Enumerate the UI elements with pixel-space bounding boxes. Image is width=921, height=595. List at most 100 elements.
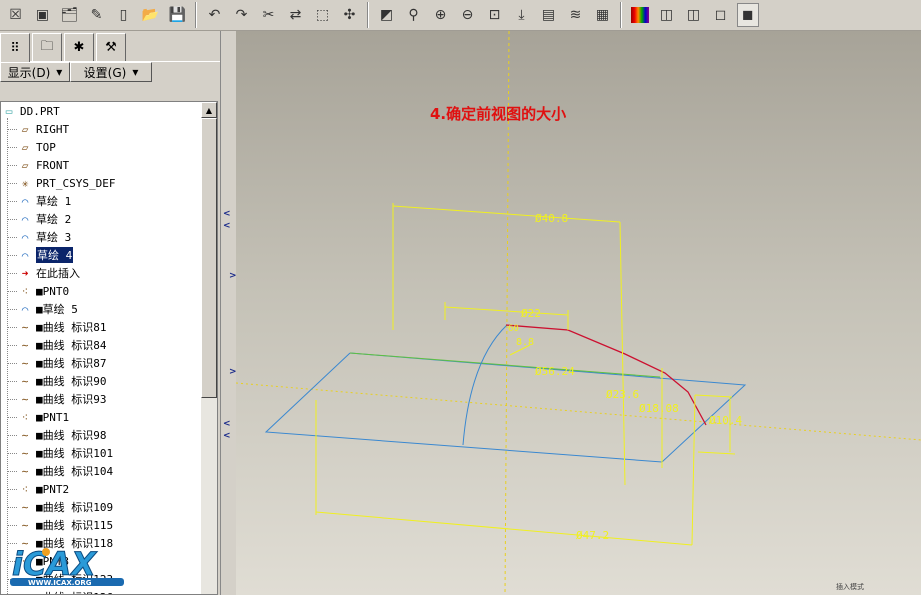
refit-button[interactable]: ⊡ (484, 3, 506, 27)
panel-splitter[interactable]: < < > > < < (220, 31, 237, 595)
folder-browser-tab[interactable]: 🗀 (32, 33, 62, 61)
shading-button[interactable]: ◼ (736, 3, 759, 27)
tree-item-label: ■曲线 标识98 (36, 429, 107, 442)
tree-item-label: ■曲线 标识101 (36, 447, 114, 460)
show-menu-button[interactable]: 显示(D) ▾ (0, 62, 70, 82)
spin-center-button[interactable]: ✣ (339, 3, 361, 27)
tree-item[interactable]: ⌒ 草绘 1 (1, 192, 217, 210)
dimension-label[interactable]: Ø22 (521, 307, 541, 320)
tree-connector (7, 399, 17, 400)
tree-item[interactable]: ▱ FRONT (1, 156, 217, 174)
curve-icon: ∼ (21, 446, 29, 460)
undo-button[interactable]: ↶ (204, 3, 226, 27)
tree-item[interactable]: ⁖ ■PNT2 (1, 480, 217, 498)
tree-connector (7, 291, 17, 292)
tree-item[interactable]: ▱ TOP (1, 138, 217, 156)
open-icon: 📂 (141, 7, 160, 23)
folders-button[interactable]: 🗂 (59, 3, 81, 27)
layers-button[interactable]: ≋ (565, 3, 587, 27)
tree-item-label: ■PNT1 (36, 410, 70, 424)
tree-connector (7, 345, 17, 346)
csys-button[interactable]: ⚲ (403, 3, 425, 27)
tree-item[interactable]: ∼ ■曲线 标识93 (1, 390, 217, 408)
scroll-thumb[interactable] (201, 118, 217, 398)
select-box-button[interactable]: ⬚ (312, 3, 334, 27)
tree-item[interactable]: ⌒ 草绘 2 (1, 210, 217, 228)
color-button[interactable]: ▥ (629, 3, 651, 27)
dimension-label[interactable]: Ø10.4 (709, 414, 742, 427)
tree-item[interactable]: ∼ ■曲线 标识90 (1, 372, 217, 390)
tree-item[interactable]: ✳ PRT_CSYS_DEF (1, 174, 217, 192)
saved-views-button[interactable]: ▤ (538, 3, 560, 27)
dropdown-arrow-icon: ▾ (132, 65, 139, 79)
save-button[interactable]: 💾 (167, 3, 189, 27)
tree-item[interactable]: ∼ ■曲线 标识104 (1, 462, 217, 480)
tree-connector (7, 201, 17, 202)
tree-item[interactable]: ⁖ ■PNT0 (1, 282, 217, 300)
tree-connector (7, 219, 17, 220)
dimension-label[interactable]: 60 (508, 324, 519, 334)
connections-tab[interactable]: ⚒ (96, 33, 126, 61)
tree-item[interactable]: ⁖ ■PNT1 (1, 408, 217, 426)
collapse-arrow-icon[interactable]: < (223, 209, 231, 219)
tree-item[interactable]: ∼ ■曲线 标识109 (1, 498, 217, 516)
tree-item-label: 草绘 1 (36, 195, 72, 208)
dimension-label[interactable]: Ø23.6 (606, 388, 639, 401)
tree-item[interactable]: ⌒ 草绘 4 (1, 246, 217, 264)
cut-button[interactable]: ✂ (258, 3, 280, 27)
close-window-button[interactable]: ☒ (5, 3, 27, 27)
scroll-up-button[interactable]: ▲ (201, 102, 217, 118)
regenerate-button[interactable]: ✎ (86, 3, 108, 27)
tree-item[interactable]: ∼ ■曲线 标识98 (1, 426, 217, 444)
wireframe-button[interactable]: ◫ (656, 3, 678, 27)
datum-plane-button[interactable]: ◩ (376, 3, 398, 27)
curve-icon: ∼ (21, 356, 29, 370)
tree-item[interactable]: ∼ ■曲线 标识115 (1, 516, 217, 534)
hidden-line-button[interactable]: ◫ (683, 3, 705, 27)
graphics-window[interactable]: 4.确定前视图的大小 Ø40.8 Ø22 60 8.8 Ø56.24 Ø23.6… (236, 31, 921, 595)
model-tree-tab[interactable]: ⠿ (0, 33, 30, 62)
curve-icon: ∼ (21, 338, 29, 352)
tree-connector (7, 471, 17, 472)
collapse-arrow-icon[interactable]: < (223, 431, 231, 441)
tree-item[interactable]: ▱ RIGHT (1, 120, 217, 138)
open-button[interactable]: 📂 (140, 3, 162, 27)
zoom-in-button[interactable]: ⊕ (430, 3, 452, 27)
favorites-tab[interactable]: ✱ (64, 33, 94, 61)
collapse-arrow-icon[interactable]: < (223, 419, 231, 429)
new-button[interactable]: ▯ (113, 3, 135, 27)
tree-item[interactable]: ∼ ■曲线 标识101 (1, 444, 217, 462)
copy-button[interactable]: ⇄ (285, 3, 307, 27)
settings-menu-button[interactable]: 设置(G) ▾ (70, 62, 152, 82)
tree-scrollbar[interactable]: ▲ (201, 102, 217, 594)
redo-button[interactable]: ↷ (231, 3, 253, 27)
tree-item[interactable]: ∼ ■曲线 标识87 (1, 354, 217, 372)
curve-icon: ∼ (21, 428, 29, 442)
csys-icon: ⚲ (408, 7, 419, 23)
tree-connector (7, 309, 17, 310)
orient-button[interactable]: ⤓ (511, 3, 533, 27)
dimension-label[interactable]: Ø40.8 (535, 212, 568, 225)
collapse-arrow-icon[interactable]: < (223, 221, 231, 231)
tree-item[interactable]: ➜ 在此插入 (1, 264, 217, 282)
tree-item[interactable]: ⌒ ■草绘 5 (1, 300, 217, 318)
zoom-out-icon: ⊖ (461, 7, 474, 23)
model-tree-button[interactable]: ▦ (592, 3, 614, 27)
tree-item[interactable]: ∼ ■曲线 标识84 (1, 336, 217, 354)
tree-item[interactable]: ∼■曲线 标识126 (1, 588, 217, 595)
spin-center-icon: ✣ (343, 7, 356, 23)
dimension-label[interactable]: Ø56.24 (535, 365, 575, 378)
dimension-label[interactable]: Ø18.08 (639, 402, 679, 415)
tree-item[interactable]: ▭ DD.PRT (1, 102, 217, 120)
zoom-out-button[interactable]: ⊖ (457, 3, 479, 27)
svg-text:WWW.ICAX.ORG: WWW.ICAX.ORG (28, 579, 92, 587)
tree-item[interactable]: ⌒ 草绘 3 (1, 228, 217, 246)
tree-item-label: ■曲线 标识81 (36, 321, 107, 334)
tree-item[interactable]: ∼ ■曲线 标识81 (1, 318, 217, 336)
tree-item-label: 草绘 2 (36, 213, 72, 226)
refit-icon: ⊡ (488, 7, 501, 23)
window-button[interactable]: ▣ (32, 3, 54, 27)
no-hidden-button[interactable]: ◻ (710, 3, 732, 27)
dimension-label[interactable]: 8.8 (516, 337, 534, 348)
dimension-label[interactable]: Ø47.2 (576, 529, 609, 542)
